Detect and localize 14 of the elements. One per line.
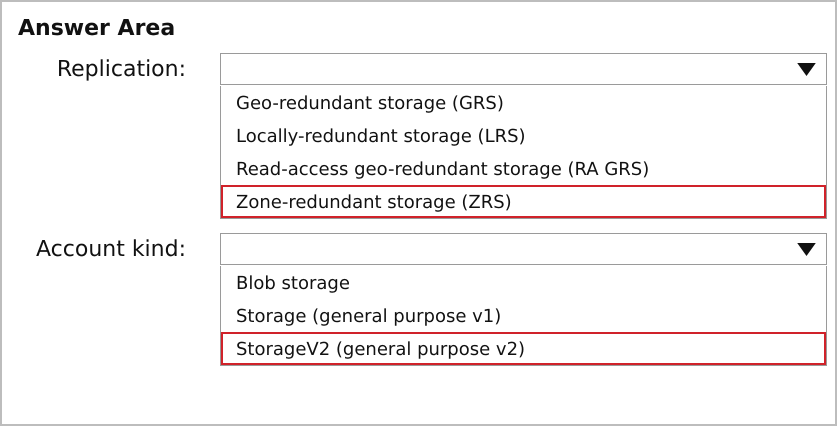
caret-icon — [797, 242, 816, 256]
answer-area-title: Answer Area — [17, 16, 176, 41]
question-label: Account kind: — [35, 236, 186, 262]
dropdown[interactable] — [220, 233, 827, 265]
option-item[interactable]: StorageV2 (general purpose v2) — [221, 332, 826, 365]
dropdown[interactable] — [220, 53, 827, 85]
option-item[interactable]: Read-access geo-redundant storage (RA GRS) — [221, 152, 826, 185]
option-item[interactable]: Locally-redundant storage (LRS) — [221, 119, 826, 152]
option-item[interactable]: Storage (general purpose v1) — [221, 299, 826, 332]
question-label: Replication: — [56, 56, 186, 82]
caret-icon — [797, 62, 816, 76]
option-item[interactable]: Geo-redundant storage (GRS) — [221, 86, 826, 119]
option-item[interactable]: Zone-redundant storage (ZRS) — [221, 185, 826, 218]
option-item[interactable]: Blob storage — [221, 266, 826, 299]
